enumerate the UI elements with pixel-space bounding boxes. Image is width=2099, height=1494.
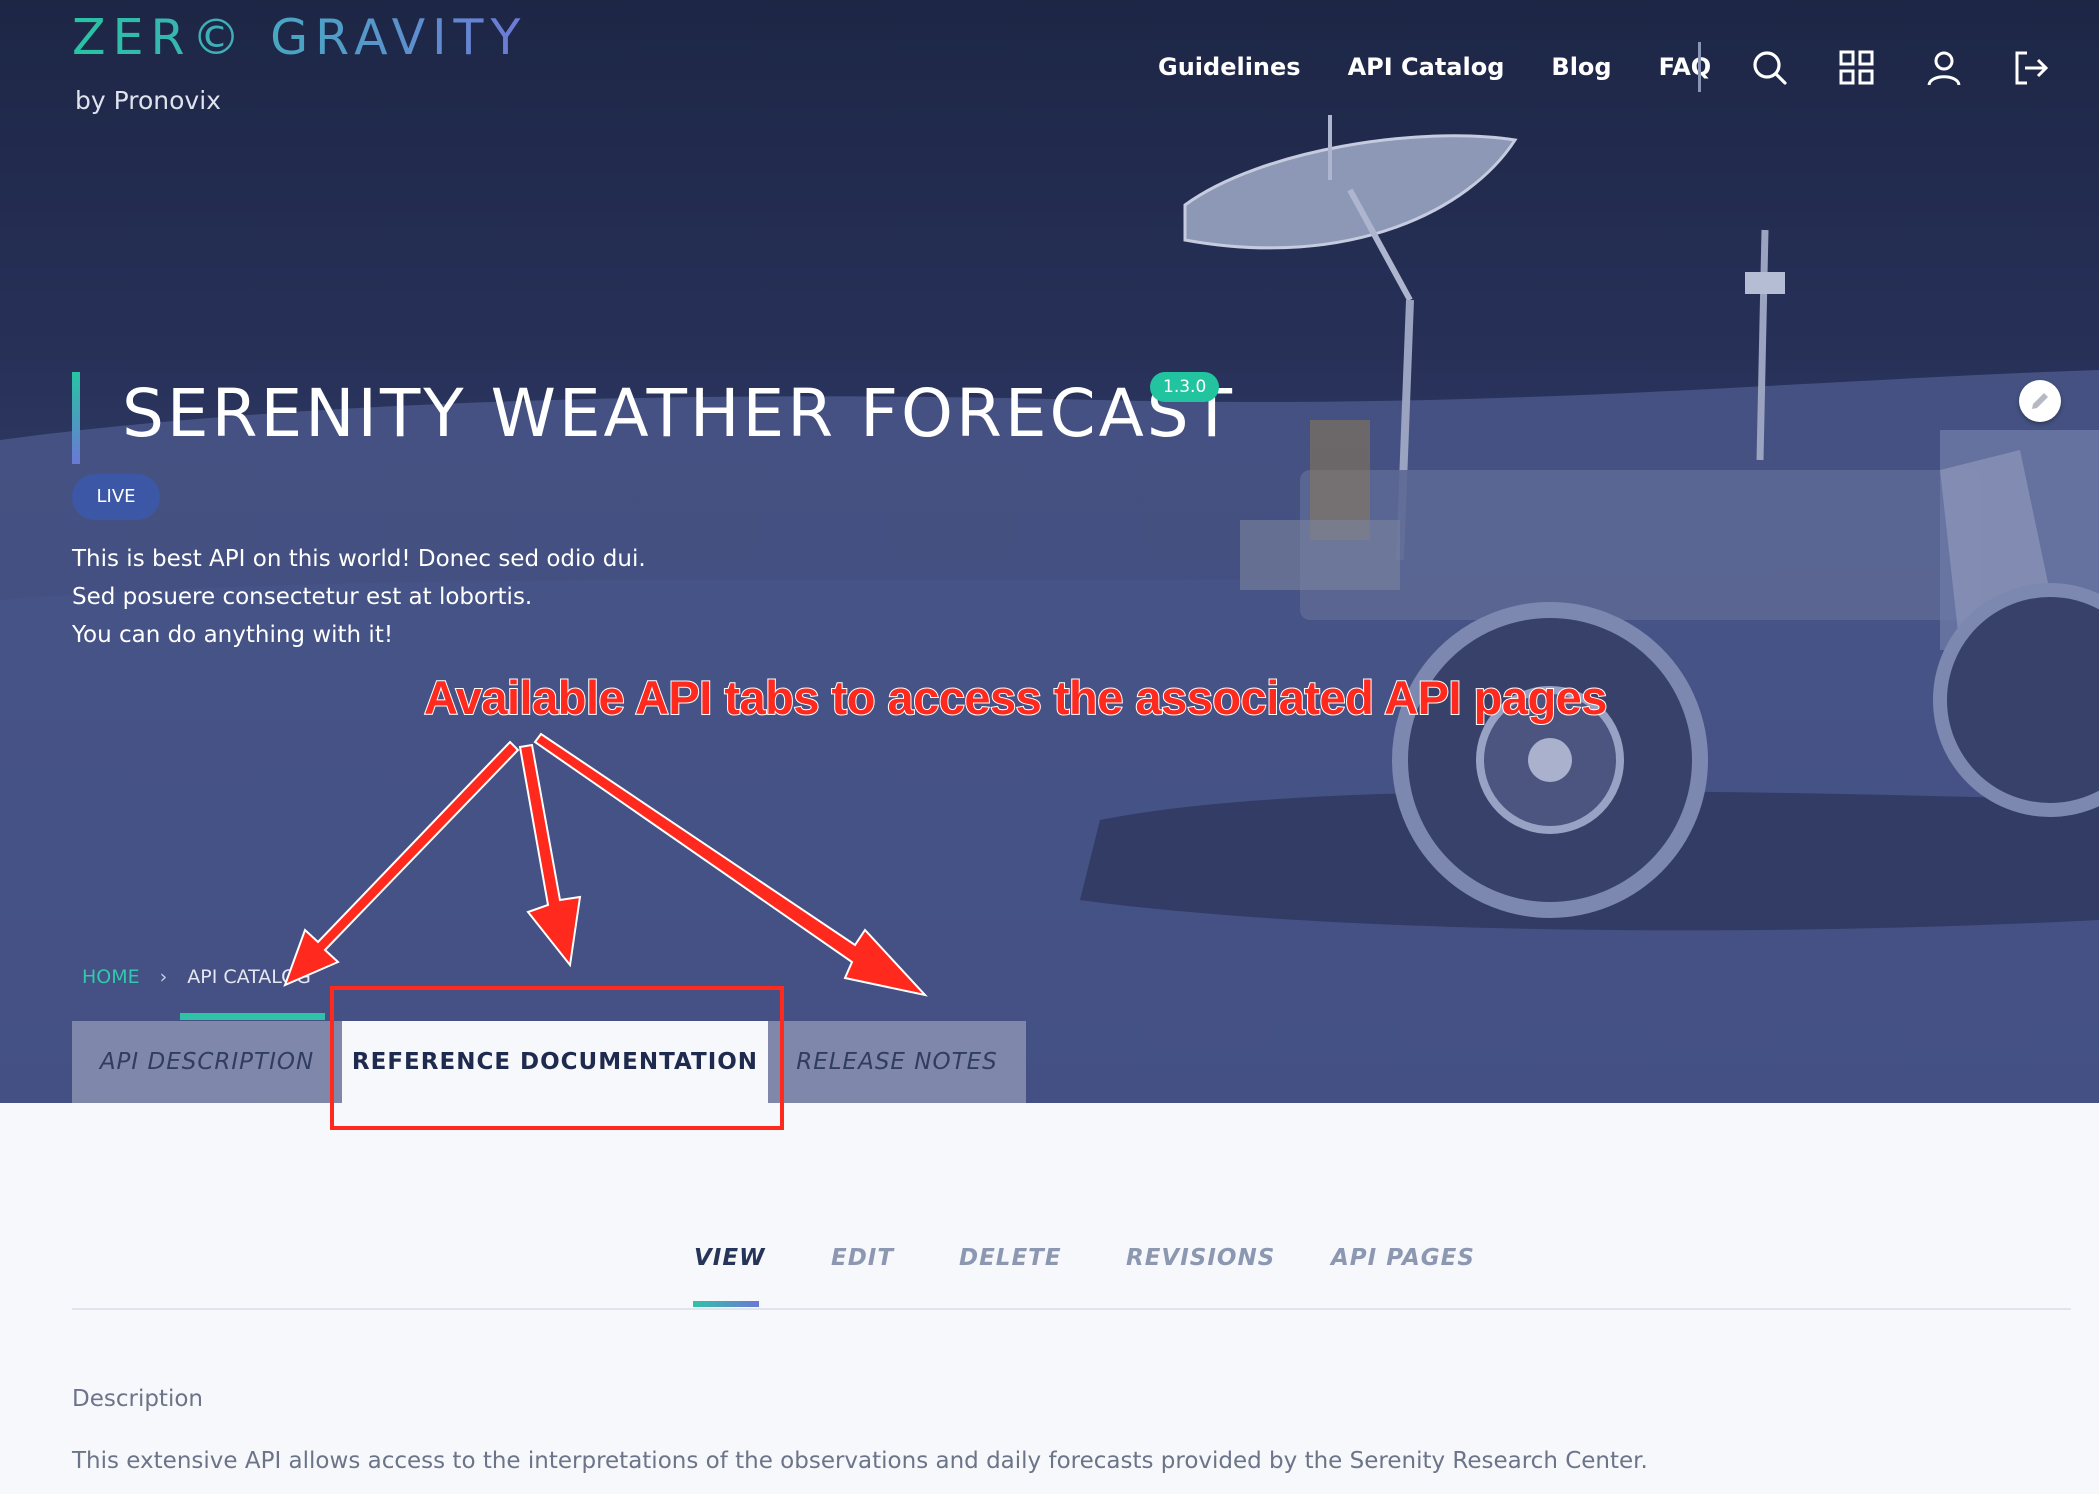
breadcrumb-current: API CATALOG [187,966,311,988]
subnav-divider [72,1308,2071,1310]
api-summary-line: You can do anything with it! [72,622,394,648]
nav-faq[interactable]: FAQ [1659,48,1712,86]
api-title: SERENITY WEATHER FORECAST [122,375,1235,452]
tab-api-description[interactable]: API DESCRIPTION [72,1021,342,1103]
subnav-revisions[interactable]: REVISIONS [1126,1245,1275,1271]
main-nav: Guidelines API Catalog Blog FAQ [1158,48,1758,86]
brand-logo[interactable]: ZER© GRAVITY by Pronovix [72,9,528,116]
description-text: This extensive API allows access to the … [72,1448,1648,1474]
nav-api-catalog[interactable]: API Catalog [1348,48,1505,86]
user-icon[interactable] [1924,48,1964,88]
search-icon[interactable] [1750,48,1790,88]
nav-blog[interactable]: Blog [1551,48,1611,86]
annotation-callout: Available API tabs to access the associa… [423,670,1608,725]
api-summary-line: Sed posuere consectetur est at lobortis. [72,584,533,610]
status-badge: LIVE [72,474,160,520]
subnav-active-indicator [693,1301,759,1307]
nav-divider [1698,42,1701,92]
tab-release-notes[interactable]: RELEASE NOTES [768,1021,1026,1103]
breadcrumb-home[interactable]: HOME [82,966,140,988]
edit-api-button[interactable] [2019,380,2061,422]
nav-guidelines[interactable]: Guidelines [1158,48,1301,86]
subnav-api-pages[interactable]: API PAGES [1331,1245,1475,1271]
breadcrumb: HOME › API CATALOG [82,966,311,988]
logo-wordmark: ZER© GRAVITY [72,9,528,66]
breadcrumb-separator: › [159,966,168,988]
tab-reference-documentation[interactable]: REFERENCE DOCUMENTATION [342,1021,768,1103]
tab-active-indicator [180,1013,325,1020]
pencil-icon [2032,393,2048,409]
apps-grid-icon[interactable] [1837,48,1877,88]
hero-banner: ZER© GRAVITY by Pronovix Guidelines API … [0,0,2099,1103]
version-badge: 1.3.0 [1150,372,1220,402]
subnav-delete[interactable]: DELETE [959,1245,1062,1271]
api-summary-line: This is best API on this world! Donec se… [72,546,646,572]
logo-byline: by Pronovix [75,86,221,115]
logout-icon[interactable] [2011,48,2051,88]
title-accent-bar [72,372,80,464]
subnav-edit[interactable]: EDIT [831,1245,894,1271]
subnav-view[interactable]: VIEW [694,1245,765,1271]
description-label: Description [72,1386,203,1412]
